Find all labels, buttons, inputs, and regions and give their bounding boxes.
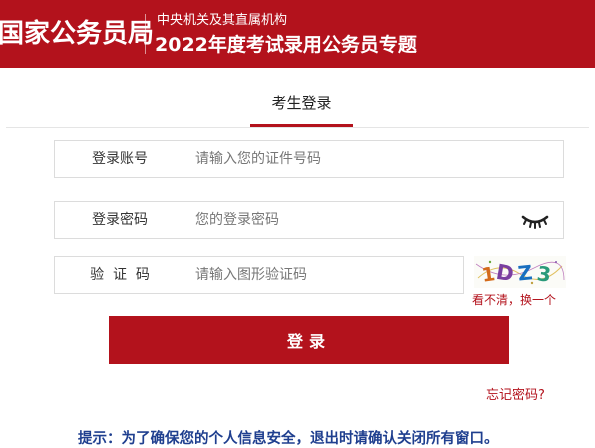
captcha-label: 验 证 码: [90, 267, 150, 283]
account-label: 登录账号: [92, 151, 148, 167]
password-input[interactable]: [195, 202, 495, 238]
captcha-refresh-link[interactable]: 看不清，换一个: [472, 291, 556, 308]
captcha-field: 验 证 码: [54, 256, 464, 294]
captcha-input[interactable]: [195, 257, 455, 293]
tab-candidate-login[interactable]: 考生登录: [250, 92, 353, 113]
header-title: 2022年度考试录用公务员专题: [155, 34, 417, 56]
header-subtitle: 中央机关及其直属机构: [157, 13, 288, 28]
eye-closed-icon[interactable]: [521, 210, 549, 230]
captcha-image[interactable]: 1 D Z 3: [474, 256, 566, 288]
svg-text:Z: Z: [517, 260, 534, 285]
password-label: 登录密码: [92, 212, 148, 228]
tab-divider: [6, 127, 589, 128]
brand-name: 国家公务员局: [0, 19, 155, 49]
password-field: 登录密码: [54, 201, 564, 239]
forgot-password-link[interactable]: 忘记密码?: [486, 384, 545, 403]
account-input[interactable]: [195, 141, 515, 177]
header-banner: 国家公务员局 中央机关及其直属机构 2022年度考试录用公务员专题: [0, 0, 595, 68]
account-field: 登录账号: [54, 140, 564, 178]
brand-divider: [145, 14, 146, 54]
login-button[interactable]: 登录: [109, 316, 509, 364]
